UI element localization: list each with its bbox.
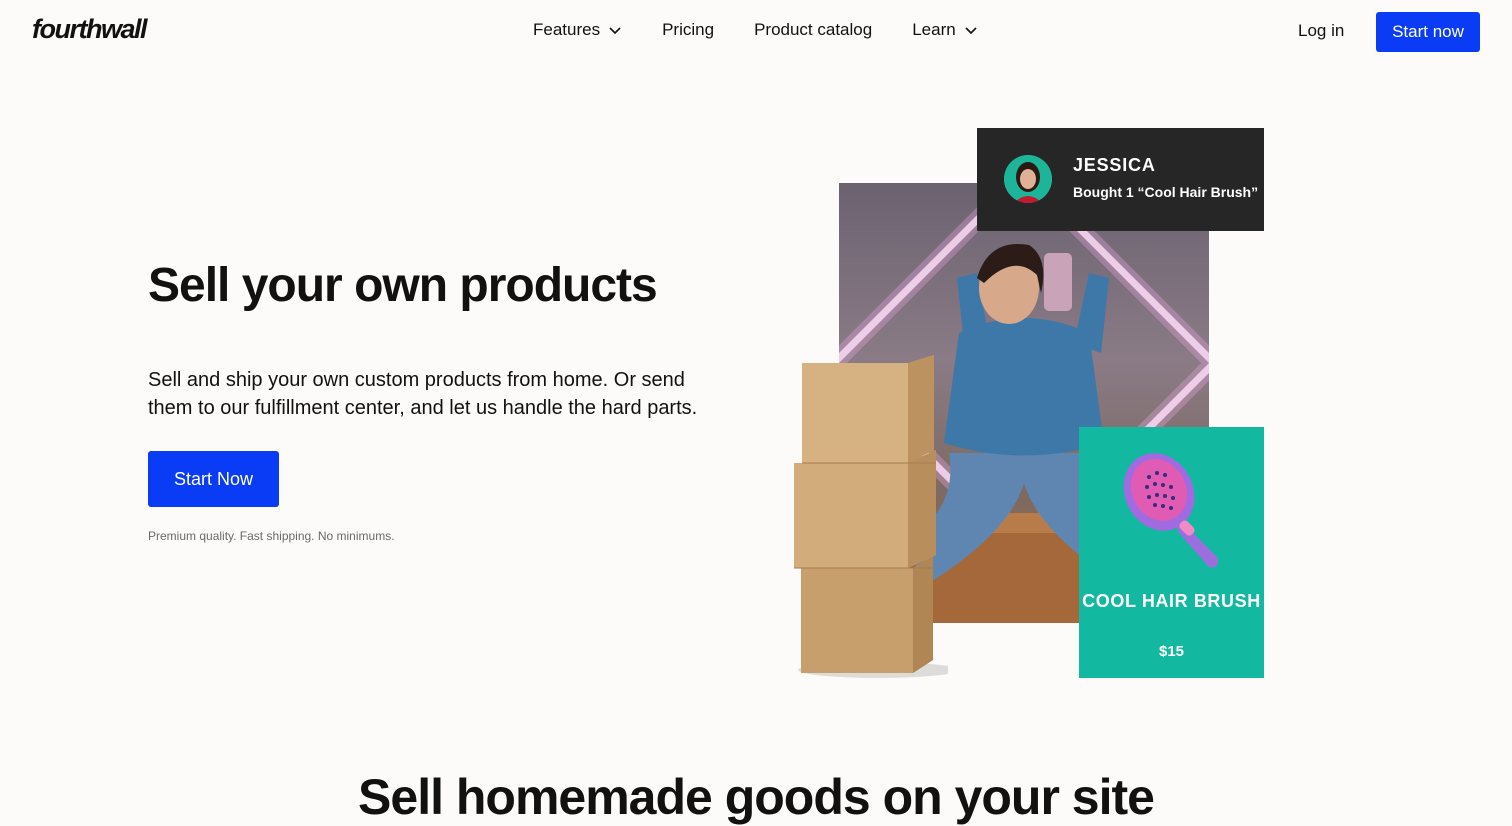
chevron-down-icon <box>609 27 621 35</box>
chevron-down-icon <box>965 27 977 35</box>
brand-logo[interactable]: fourthwall <box>32 14 148 45</box>
site-header: fourthwall Features Pricing Product cata… <box>0 0 1512 64</box>
avatar <box>1004 155 1052 203</box>
nav-pricing[interactable]: Pricing <box>662 20 714 40</box>
main-nav: Features Pricing Product catalog Learn <box>533 20 978 40</box>
purchase-notification-card: JESSICA Bought 1 “Cool Hair Brush” <box>977 128 1264 231</box>
nav-learn-label: Learn <box>912 20 956 39</box>
shipping-boxes-illustration <box>794 355 948 678</box>
login-link[interactable]: Log in <box>1298 21 1344 41</box>
purchase-customer-name: JESSICA <box>1073 155 1156 175</box>
nav-product-catalog[interactable]: Product catalog <box>754 20 872 40</box>
nav-pricing-label: Pricing <box>662 20 715 39</box>
section-heading: Sell homemade goods on your site <box>358 769 1155 825</box>
hero-subtitle: Sell and ship your own custom products f… <box>148 369 698 419</box>
nav-learn[interactable]: Learn <box>912 20 977 40</box>
hero-start-now-button[interactable]: Start Now <box>148 451 279 507</box>
hero-note: Premium quality. Fast shipping. No minim… <box>148 529 395 543</box>
product-name: COOL HAIR BRUSH <box>1082 591 1261 611</box>
purchase-description: Bought 1 “Cool Hair Brush” <box>1073 184 1259 200</box>
nav-features-label: Features <box>533 20 601 39</box>
product-price: $15 <box>1158 643 1185 660</box>
hero-title: Sell your own products <box>148 259 658 312</box>
product-card: COOL HAIR BRUSH $15 <box>1079 427 1264 678</box>
hair-brush-illustration <box>1123 453 1218 568</box>
nav-features[interactable]: Features <box>533 20 622 40</box>
nav-product-catalog-label: Product catalog <box>754 20 873 39</box>
start-now-button[interactable]: Start now <box>1376 12 1480 52</box>
